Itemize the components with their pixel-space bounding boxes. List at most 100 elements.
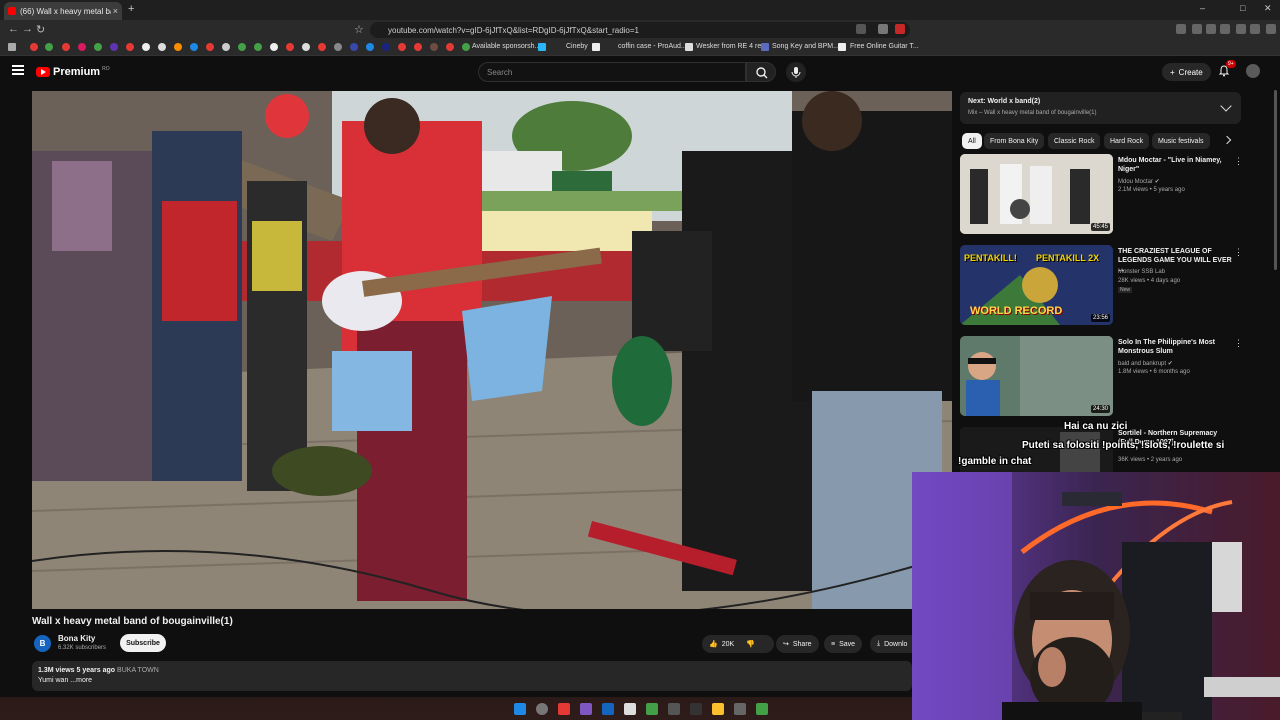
rec-channel[interactable]: Monster SSB Lab bbox=[1118, 269, 1165, 275]
bookmark-icon[interactable] bbox=[366, 43, 374, 51]
create-button[interactable]: + Create bbox=[1162, 63, 1211, 81]
share-button[interactable]: ↪ Share bbox=[776, 635, 819, 653]
bookmark-icon[interactable] bbox=[238, 43, 246, 51]
location-tag[interactable]: BUKA TOWN bbox=[117, 667, 159, 674]
bookmark-icon[interactable] bbox=[190, 43, 198, 51]
bookmark-icon[interactable] bbox=[206, 43, 214, 51]
brave-browser-icon[interactable] bbox=[558, 703, 570, 715]
bookmark-icon[interactable] bbox=[318, 43, 326, 51]
address-bar[interactable]: youtube.com/watch?v=gID-6jJfTxQ&list=RDg… bbox=[370, 22, 910, 38]
bookmark-icon[interactable] bbox=[110, 43, 118, 51]
bookmark-cineby[interactable]: Cineby bbox=[566, 43, 588, 50]
chevron-right-icon[interactable] bbox=[1222, 135, 1232, 145]
menu-icon[interactable] bbox=[1266, 24, 1276, 34]
hamburger-menu-icon[interactable] bbox=[12, 65, 24, 77]
bookmark-icon[interactable] bbox=[334, 43, 342, 51]
minimize-button[interactable]: – bbox=[1200, 3, 1205, 13]
chip-all[interactable]: All bbox=[962, 133, 982, 149]
more-options-icon[interactable]: ⋮ bbox=[1234, 156, 1243, 167]
browser-tab-active[interactable]: (66) Wall x heavy metal band × bbox=[4, 2, 122, 20]
bookmark-icon[interactable] bbox=[302, 43, 310, 51]
save-button[interactable]: ≡ Save bbox=[824, 635, 863, 653]
chip-from-bona-kity[interactable]: From Bona Kity bbox=[984, 133, 1045, 149]
extension-icon[interactable] bbox=[1236, 24, 1246, 34]
app-icon[interactable] bbox=[646, 703, 658, 715]
extension-icon[interactable] bbox=[878, 24, 888, 34]
bookmark-icon[interactable] bbox=[446, 43, 454, 51]
dislike-icon[interactable]: 👎 bbox=[746, 640, 755, 648]
bookmark-icon[interactable] bbox=[382, 43, 390, 51]
close-window-button[interactable]: ✕ bbox=[1264, 3, 1272, 14]
app-icon[interactable] bbox=[690, 703, 702, 715]
new-tab-button[interactable]: + bbox=[128, 3, 134, 15]
discord-icon[interactable] bbox=[580, 703, 592, 715]
playlist-header[interactable] bbox=[960, 92, 1241, 124]
extension-icon[interactable] bbox=[1220, 24, 1230, 34]
more-options-icon[interactable]: ⋮ bbox=[1234, 338, 1243, 349]
account-avatar[interactable] bbox=[1246, 64, 1260, 78]
media-icon[interactable] bbox=[1192, 24, 1202, 34]
rec-channel[interactable]: Mdou Moctar ✔ bbox=[1118, 178, 1160, 185]
more-options-icon[interactable]: ⋮ bbox=[1234, 429, 1238, 440]
bookmark-star-icon[interactable]: ☆ bbox=[354, 23, 364, 36]
bookmark-icon[interactable] bbox=[62, 43, 70, 51]
bookmark-wesker[interactable]: Wesker from RE 4 re... bbox=[696, 43, 767, 50]
extension-icon[interactable] bbox=[1176, 24, 1186, 34]
rec-channel[interactable]: bald and bankrupt ✔ bbox=[1118, 360, 1173, 367]
recommended-video[interactable]: 45:45 Mdou Moctar - "Live in Niamey, Nig… bbox=[960, 154, 1243, 234]
bookmark-icon[interactable] bbox=[174, 43, 182, 51]
bookmark-icon[interactable] bbox=[94, 43, 102, 51]
bookmark-icon[interactable] bbox=[592, 43, 600, 51]
apps-icon[interactable] bbox=[8, 43, 16, 51]
voice-search-button[interactable] bbox=[786, 62, 806, 82]
recommended-video[interactable]: 24:30 Solo In The Philippine's Most Mons… bbox=[960, 336, 1243, 416]
search-button[interactable] bbox=[746, 62, 776, 82]
bookmark-icon[interactable] bbox=[45, 43, 53, 51]
reload-icon[interactable]: ↻ bbox=[36, 23, 45, 36]
maximize-button[interactable]: □ bbox=[1240, 3, 1245, 13]
app-icon[interactable] bbox=[668, 703, 680, 715]
bookmark-coffin-case[interactable]: coffin case - ProAud... bbox=[618, 43, 687, 50]
bookmark-icon[interactable] bbox=[414, 43, 422, 51]
file-explorer-icon[interactable] bbox=[712, 703, 724, 715]
bookmark-icon[interactable] bbox=[838, 43, 846, 51]
search-icon[interactable] bbox=[536, 703, 548, 715]
profile-icon[interactable] bbox=[1250, 24, 1260, 34]
bookmark-icon[interactable] bbox=[462, 43, 470, 51]
obs-icon[interactable] bbox=[734, 703, 746, 715]
video-player[interactable] bbox=[32, 91, 952, 609]
windows-start-icon[interactable] bbox=[514, 703, 526, 715]
search-input[interactable]: Search bbox=[478, 62, 746, 82]
download-button[interactable]: ⤓ Downlo bbox=[870, 635, 912, 653]
video-thumbnail[interactable]: 24:30 bbox=[960, 336, 1113, 416]
description-box[interactable] bbox=[32, 661, 912, 691]
bookmark-icon[interactable] bbox=[270, 43, 278, 51]
bookmark-icon[interactable] bbox=[158, 43, 166, 51]
more-options-icon[interactable]: ⋮ bbox=[1234, 247, 1243, 258]
channel-avatar[interactable]: B bbox=[34, 635, 51, 652]
bookmark-icon[interactable] bbox=[398, 43, 406, 51]
bookmark-icon[interactable] bbox=[538, 43, 546, 51]
chip-classic-rock[interactable]: Classic Rock bbox=[1048, 133, 1101, 149]
chip-hard-rock[interactable]: Hard Rock bbox=[1104, 133, 1150, 149]
steam-icon[interactable] bbox=[602, 703, 614, 715]
tab-close-icon[interactable]: × bbox=[113, 6, 118, 16]
description-text[interactable]: Yumi wan ...more bbox=[38, 677, 92, 684]
like-icon[interactable]: 👍 bbox=[709, 640, 718, 648]
bookmark-icon[interactable] bbox=[685, 43, 693, 51]
recommended-video[interactable]: PENTAKILL! PENTAKILL 2X WORLD RECORD 23:… bbox=[960, 245, 1243, 325]
channel-name[interactable]: Bona Kity bbox=[58, 634, 95, 643]
cast-icon[interactable] bbox=[856, 24, 866, 34]
extension-icon[interactable] bbox=[895, 24, 905, 34]
reading-list-icon[interactable] bbox=[1206, 24, 1216, 34]
bookmark-sponsorships[interactable]: Available sponsorsh... bbox=[472, 43, 540, 50]
video-thumbnail[interactable]: PENTAKILL! PENTAKILL 2X WORLD RECORD 23:… bbox=[960, 245, 1113, 325]
youtube-logo[interactable]: Premium RO bbox=[36, 66, 110, 78]
bookmark-icon[interactable] bbox=[78, 43, 86, 51]
chip-music-festivals[interactable]: Music festivals bbox=[1152, 133, 1210, 149]
bookmark-icon[interactable] bbox=[222, 43, 230, 51]
bookmark-icon[interactable] bbox=[142, 43, 150, 51]
video-thumbnail[interactable]: 45:45 bbox=[960, 154, 1113, 234]
app-icon[interactable] bbox=[624, 703, 636, 715]
bookmark-song-key[interactable]: Song Key and BPM... bbox=[772, 43, 839, 50]
